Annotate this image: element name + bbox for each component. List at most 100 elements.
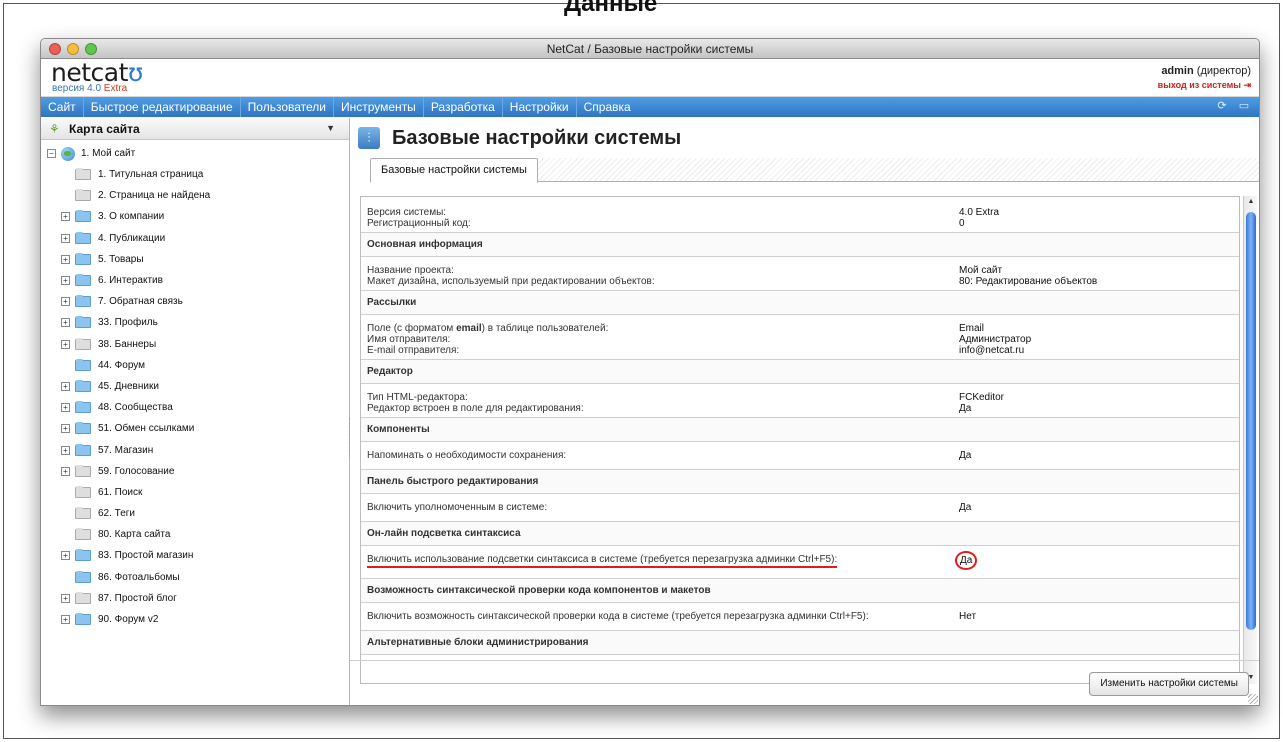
tree-item-label: 61. Поиск <box>98 486 143 498</box>
tree-item-label: 2. Страница не найдена <box>98 190 211 202</box>
menu-item-help[interactable]: Справка <box>577 97 638 117</box>
tree-item-label: 86. Фотоальбомы <box>98 571 180 583</box>
page-frame: Данные NetCat / Базовые настройки систем… <box>3 0 1280 739</box>
section-components: Напоминать о необходимости сохранения: Да <box>361 442 1239 470</box>
settings-row: Включить уполномоченным в системе: Да <box>367 502 972 513</box>
folder-icon <box>75 507 91 520</box>
folder-icon <box>75 613 91 626</box>
folder-icon <box>75 295 91 308</box>
tree-item[interactable]: +45. Дневники <box>41 376 349 397</box>
section-syntax-check: Включить возможность синтаксической пров… <box>361 603 1239 631</box>
scroll-thumb[interactable] <box>1246 212 1256 630</box>
folder-icon <box>75 252 91 265</box>
expand-icon[interactable]: + <box>61 339 70 349</box>
main-menu: Сайт Быстрое редактирование Пользователи… <box>41 97 1259 117</box>
resize-grip[interactable] <box>1248 694 1258 704</box>
tree-item-label: 5. Товары <box>98 253 144 265</box>
main-header: ⫶ Базовые настройки системы <box>350 118 1259 158</box>
scroll-up-icon[interactable]: ▲ <box>1244 196 1258 208</box>
page-top-heading: Данные <box>564 0 658 17</box>
tree-item[interactable]: 86. Фотоальбомы <box>41 567 349 588</box>
tree-root[interactable]: − 1. Мой сайт <box>41 143 349 164</box>
browser-window: NetCat / Базовые настройки системы netca… <box>40 38 1260 706</box>
menu-item-development[interactable]: Разработка <box>424 97 503 117</box>
expand-icon[interactable]: + <box>61 466 70 476</box>
expand-icon[interactable]: + <box>61 403 70 413</box>
tree-item[interactable]: +38. Баннеры <box>41 334 349 355</box>
section-mailing-title: Рассылки <box>361 291 1239 315</box>
settings-row: Напоминать о необходимости сохранения: Да <box>367 450 972 461</box>
collapse-icon[interactable]: − <box>47 149 56 158</box>
expand-icon[interactable]: + <box>61 254 70 264</box>
settings-row: Название проекта: Мой сайт <box>367 265 1003 276</box>
tree-item[interactable]: 1. Титульная страница <box>41 164 349 185</box>
tree-item[interactable]: +48. Сообщества <box>41 397 349 418</box>
window-titlebar: NetCat / Базовые настройки системы <box>41 39 1259 59</box>
tree-item-label: 3. О компании <box>98 211 165 223</box>
tree-item[interactable]: 62. Теги <box>41 503 349 524</box>
tree-item[interactable]: +51. Обмен ссылками <box>41 418 349 439</box>
sidebar: ⚘ Карта сайта ▼ − 1. Мой сайт 1. Титульн… <box>41 118 350 705</box>
settings-row: Включить возможность синтаксической пров… <box>367 611 977 622</box>
folder-icon <box>75 422 91 435</box>
tree-item-label: 90. Форум v2 <box>98 614 159 626</box>
expand-icon[interactable]: + <box>61 212 70 222</box>
section-mailing: Поле (с форматом email) в таблице пользо… <box>361 315 1239 360</box>
folder-icon <box>75 485 91 498</box>
expand-icon[interactable]: + <box>61 381 70 391</box>
expand-icon[interactable]: + <box>61 424 70 434</box>
tree-item[interactable]: +57. Магазин <box>41 439 349 460</box>
tree-item[interactable]: +5. Товары <box>41 249 349 270</box>
expand-icon[interactable]: + <box>61 551 70 561</box>
expand-icon[interactable]: + <box>61 318 70 328</box>
tree-item[interactable]: +6. Интерактив <box>41 270 349 291</box>
tabs-bar: Базовые настройки системы <box>358 158 1259 183</box>
folder-icon <box>75 231 91 244</box>
tree-item[interactable]: 2. Страница не найдена <box>41 185 349 206</box>
expand-icon[interactable]: + <box>61 233 70 243</box>
tab-basic-settings[interactable]: Базовые настройки системы <box>370 158 538 183</box>
sidebar-header[interactable]: ⚘ Карта сайта ▼ <box>41 118 349 140</box>
menu-item-settings[interactable]: Настройки <box>503 97 577 117</box>
chat-icon[interactable]: ▭ <box>1237 99 1251 113</box>
settings-row: Редактор встроен в поле для редактирован… <box>367 403 972 414</box>
tree-item[interactable]: +59. Голосование <box>41 461 349 482</box>
logout-link[interactable]: выход из системы ⇥ <box>1158 80 1251 91</box>
tree-item[interactable]: 80. Карта сайта <box>41 524 349 545</box>
menu-item-site[interactable]: Сайт <box>41 97 84 117</box>
expand-icon[interactable]: + <box>61 276 70 286</box>
expand-icon[interactable]: + <box>61 297 70 307</box>
folder-icon <box>75 358 91 371</box>
tree-item-label: 48. Сообщества <box>98 402 173 414</box>
save-settings-button[interactable]: Изменить настройки системы <box>1089 672 1249 696</box>
tree-item-label: 62. Теги <box>98 508 136 520</box>
tree-item[interactable]: +83. Простой магазин <box>41 545 349 566</box>
chevron-down-icon[interactable]: ▼ <box>326 123 335 133</box>
tree-item[interactable]: 61. Поиск <box>41 482 349 503</box>
menu-item-tools[interactable]: Инструменты <box>334 97 424 117</box>
expand-icon[interactable]: + <box>61 593 70 603</box>
refresh-icon[interactable]: ⟳ <box>1215 99 1229 113</box>
tree-item[interactable]: +87. Простой блог <box>41 588 349 609</box>
tree-item[interactable]: +90. Форум v2 <box>41 609 349 630</box>
tree-item-label: 6. Интерактив <box>98 275 163 287</box>
settings-row: Регистрационный код: 0 <box>367 218 965 229</box>
menu-item-users[interactable]: Пользователи <box>241 97 334 117</box>
menu-item-quick-edit[interactable]: Быстрое редактирование <box>84 97 241 117</box>
settings-row: Имя отправителя: Администратор <box>367 334 1032 345</box>
expand-icon[interactable]: + <box>61 445 70 455</box>
tree-item[interactable]: 44. Форум <box>41 355 349 376</box>
tree-item[interactable]: +4. Публикации <box>41 228 349 249</box>
page-title: Базовые настройки системы <box>392 126 682 149</box>
tree-item-label: 83. Простой магазин <box>98 550 194 562</box>
expand-icon[interactable]: + <box>61 615 70 625</box>
tree-item[interactable]: +3. О компании <box>41 206 349 227</box>
section-highlight: Включить использование подсветки синтакс… <box>361 546 1239 579</box>
tree-item[interactable]: +7. Обратная связь <box>41 291 349 312</box>
netcat-logo[interactable]: netcatʊ <box>51 58 143 87</box>
content-scrollbar[interactable]: ▲ ▼ <box>1243 196 1257 684</box>
tree-item[interactable]: +33. Профиль <box>41 312 349 333</box>
user-info[interactable]: admin (директор) <box>1158 65 1251 77</box>
site-tree: − 1. Мой сайт 1. Титульная страница 2. Ст… <box>41 140 349 630</box>
logo-mark-icon: ʊ <box>127 58 143 87</box>
